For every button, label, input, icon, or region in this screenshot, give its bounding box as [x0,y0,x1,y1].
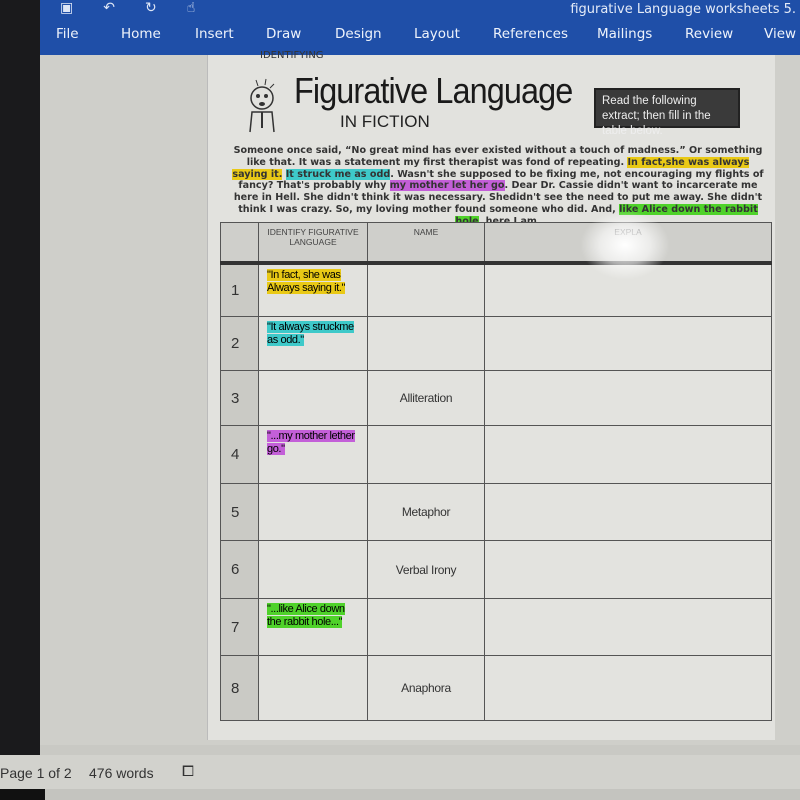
tab-view[interactable]: View [764,26,796,42]
table-row: 8 Anaphora [220,655,772,721]
row-number: 4 [220,425,259,484]
identify-cell[interactable] [258,483,368,541]
explanation-cell[interactable] [484,655,772,721]
tab-references[interactable]: References [493,26,568,42]
name-cell[interactable] [367,316,485,371]
explanation-cell[interactable] [484,370,772,426]
explanation-cell[interactable] [484,483,772,541]
highlighted-phrase: my mother let her go [389,180,505,192]
figurative-language-table: IDENTIFY FIGURATIVE LANGUAGENAMEEXPLA 1"… [220,222,772,721]
column-header: NAME [367,222,485,265]
highlighted-quote: "It always struckme as odd." [267,321,354,346]
name-cell[interactable]: Verbal Irony [367,540,485,599]
kicker: IDENTIFYING [260,50,324,61]
table-row: 2 "It always struckme as odd." [220,316,772,371]
worksheet-subtitle: IN FICTION [340,112,430,131]
table-row: 7 "...like Alice down the rabbit hole..." [220,598,772,656]
highlighted-quote: "In fact, she was Always saying it." [267,268,346,294]
row-number: 7 [220,598,259,656]
row-number: 5 [220,483,259,541]
quick-access-toolbar: ▣ ↶ ↻ ☝ [60,0,195,16]
tab-file[interactable]: File [56,26,79,42]
undo-icon[interactable]: ↶ [103,0,115,16]
highlighted-phrase: It struck me as odd [285,168,391,180]
document-title: figurative Language worksheets 5. [570,2,796,17]
name-cell[interactable] [367,425,485,484]
table-row: 4 "...my mother lether go." [220,425,772,484]
name-cell[interactable] [367,598,485,656]
identify-cell[interactable] [258,655,368,721]
row-number: 6 [220,540,259,599]
tab-mailings[interactable]: Mailings [597,26,652,42]
taskbar [0,789,800,800]
tab-home[interactable]: Home [121,26,161,42]
name-cell[interactable]: Alliteration [367,370,485,426]
identify-cell[interactable] [258,370,368,426]
cartoon-man-icon [249,78,275,133]
explanation-cell[interactable] [484,316,772,371]
status-bar: Page 1 of 2 476 words ⧠ [0,755,800,789]
highlighted-quote: "...my mother lether go." [267,430,355,455]
column-header: IDENTIFY FIGURATIVE LANGUAGE [258,222,368,265]
name-cell[interactable] [367,262,485,317]
row-number: 3 [220,370,259,426]
table-row: 3 Alliteration [220,370,772,426]
worksheet-title: Figurative Language [294,70,573,111]
word-count[interactable]: 476 words [89,765,154,781]
identify-cell[interactable]: "...my mother lether go." [258,425,368,484]
name-cell[interactable]: Metaphor [367,483,485,541]
explanation-cell[interactable] [484,425,772,484]
name-cell[interactable]: Anaphora [367,655,485,721]
tab-design[interactable]: Design [335,26,382,42]
table-row: 5 Metaphor [220,483,772,541]
tab-insert[interactable]: Insert [195,26,234,42]
identify-cell[interactable]: "In fact, she was Always saying it." [258,262,368,317]
row-number: 8 [220,655,259,721]
identify-cell[interactable] [258,540,368,599]
proofing-icon[interactable]: ⧠ [182,763,194,780]
tab-review[interactable]: Review [685,26,733,42]
identify-cell[interactable]: "...like Alice down the rabbit hole..." [258,598,368,656]
screen-bezel [0,0,40,800]
extract-paragraph: Someone once said, “No great mind has ev… [228,145,768,228]
row-number: 2 [220,316,259,371]
row-number: 1 [220,262,259,317]
tab-draw[interactable]: Draw [266,26,301,42]
table-row: 6 Verbal Irony [220,540,772,599]
save-icon[interactable]: ▣ [60,0,73,16]
redo-icon[interactable]: ↻ [145,0,157,16]
identify-cell[interactable]: "It always struckme as odd." [258,316,368,371]
explanation-cell[interactable] [484,598,772,656]
highlighted-quote: "...like Alice down the rabbit hole..." [267,603,345,628]
tab-layout[interactable]: Layout [414,26,460,42]
explanation-cell[interactable] [484,540,772,599]
table-row: 1 "In fact, she was Always saying it." [220,262,772,317]
column-header [220,222,259,265]
page-count[interactable]: Page 1 of 2 [0,765,72,781]
touch-mode-icon[interactable]: ☝ [187,0,196,16]
instructions-box: Read the following extract; then fill in… [594,88,740,137]
ribbon: ▣ ↶ ↻ ☝ figurative Language worksheets 5… [40,0,800,55]
screen-glare [580,210,670,280]
